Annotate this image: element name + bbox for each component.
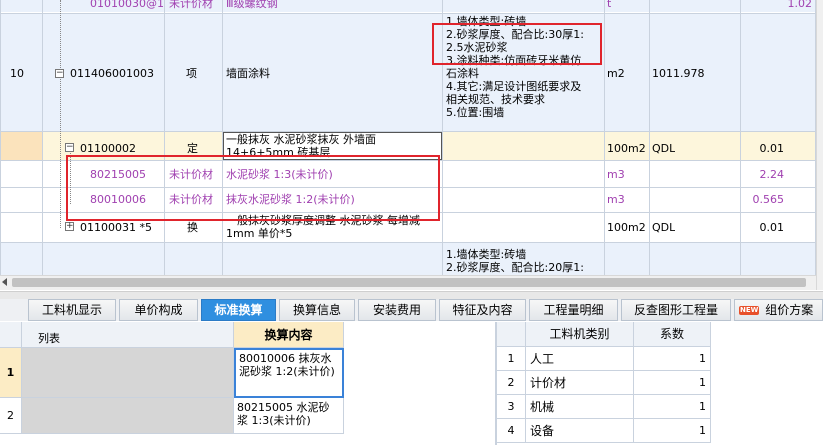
collapse-icon[interactable]: − [65,143,74,152]
row-list-cell [22,348,234,398]
vertical-scrollbar[interactable] [816,0,823,290]
highlight-box [432,23,602,65]
row-code: 01010030@1 [90,0,164,10]
row-code: 01100002 [80,142,136,155]
row-features: 1.墙体类型:砖墙 2.砂浆厚度、配合比:20厚1: [446,248,584,274]
row-number[interactable]: 3 [497,395,526,419]
coefficient-cell[interactable]: 1 [634,371,711,395]
row-qty: 0.01 [759,142,785,155]
category-cell: 设备 [526,419,634,443]
column-header-type: 工料机类别 [526,322,634,347]
main-grid: 01010030@1 未计价材 Ⅲ级螺纹钢 t 1.02 10 − 011406… [0,0,816,275]
row-unit: m3 [607,193,625,206]
row-unit: t [607,0,612,10]
row-number[interactable]: 2 [497,371,526,395]
coefficient-cell[interactable]: 1 [634,419,711,443]
row-unit: 100m2 [607,142,646,155]
panel-splitter[interactable] [0,291,823,299]
row-number: 10 [10,67,24,80]
coefficient-cell[interactable]: 1 [634,395,711,419]
tab-conversion-info[interactable]: 换算信息 [279,299,355,321]
row-qty: 0.01 [759,221,785,234]
row-list-cell [22,398,234,434]
row-type: 未计价材 [169,0,213,10]
column-header-list: 列表 [22,322,234,348]
expand-icon[interactable]: + [65,222,74,231]
row-name: 墙面涂料 [226,67,270,80]
row-unit: m2 [607,67,625,80]
row-qty-expr: QDL [652,142,676,155]
category-cell: 机械 [526,395,634,419]
row-unit: m3 [607,168,625,181]
tab-pricing-scheme[interactable]: NEW 组价方案 [734,299,823,321]
corner-header [0,322,22,348]
row-qty: 1.02 [787,0,813,10]
column-header-coefficient: 系数 [634,322,711,347]
row-name: Ⅲ级螺纹钢 [226,0,278,10]
category-cell: 计价材 [526,371,634,395]
new-badge-icon: NEW [739,306,760,315]
scroll-left-icon[interactable] [2,278,7,286]
table-row[interactable]: 1.墙体类型:砖墙 2.砂浆厚度、配合比:20厚1: [0,243,816,275]
table-row[interactable]: 10 − 011406001003 项 墙面涂料 1.墙体类型:砖墙 2.砂浆厚… [0,14,816,131]
row-qty: 2.24 [759,168,785,181]
coefficient-panel: 工料机类别 系数 1 人工 1 2 计价材 1 3 机械 1 4 设备 1 [496,322,823,445]
scrollbar-thumb[interactable] [12,278,806,287]
row-number[interactable]: 1 [0,348,22,398]
row-qty-expr: 1011.978 [652,67,705,80]
row-number[interactable]: 1 [497,347,526,371]
row-qty: 0.565 [752,193,785,206]
empty-area [344,322,496,445]
tab-unit-price-composition[interactable]: 单价构成 [119,299,198,321]
tab-features-content[interactable]: 特征及内容 [439,299,526,321]
conversion-content-cell[interactable]: 80215005 水泥砂浆 1:3(未计价) [234,398,344,434]
collapse-icon[interactable]: − [55,69,64,78]
row-number[interactable]: 4 [497,419,526,443]
row-selector[interactable] [1,132,42,160]
tab-installation-fee[interactable]: 安装费用 [358,299,436,321]
tab-labor-material-machine[interactable]: 工料机显示 [28,299,116,321]
tab-label: 组价方案 [765,303,814,317]
category-cell: 人工 [526,347,634,371]
row-type: 定 [187,142,198,155]
row-qty-expr: QDL [652,221,676,234]
row-code: 01100031 *5 [80,221,152,234]
row-code: 011406001003 [70,67,154,80]
tab-quantity-detail[interactable]: 工程量明细 [529,299,618,321]
conversion-content-cell[interactable]: 80010006 抹灰水泥砂浆 1:2(未计价) [234,348,344,398]
row-number[interactable]: 2 [0,398,22,434]
tab-standard-conversion[interactable]: 标准换算 [201,299,276,321]
horizontal-scrollbar[interactable] [0,275,816,290]
row-type: 项 [186,67,197,80]
row-unit: 100m2 [607,221,646,234]
row-type: 换 [187,221,198,234]
corner-header [497,322,526,347]
table-row[interactable]: 01010030@1 未计价材 Ⅲ级螺纹钢 t 1.02 [0,0,816,13]
conversion-panel: 列表 换算内容 1 80010006 抹灰水泥砂浆 1:2(未计价) 2 802… [0,322,496,445]
tab-reverse-graphic-quantity[interactable]: 反查图形工程量 [621,299,731,321]
coefficient-cell[interactable]: 1 [634,347,711,371]
highlight-box [66,155,440,221]
column-header-content: 换算内容 [234,322,344,348]
